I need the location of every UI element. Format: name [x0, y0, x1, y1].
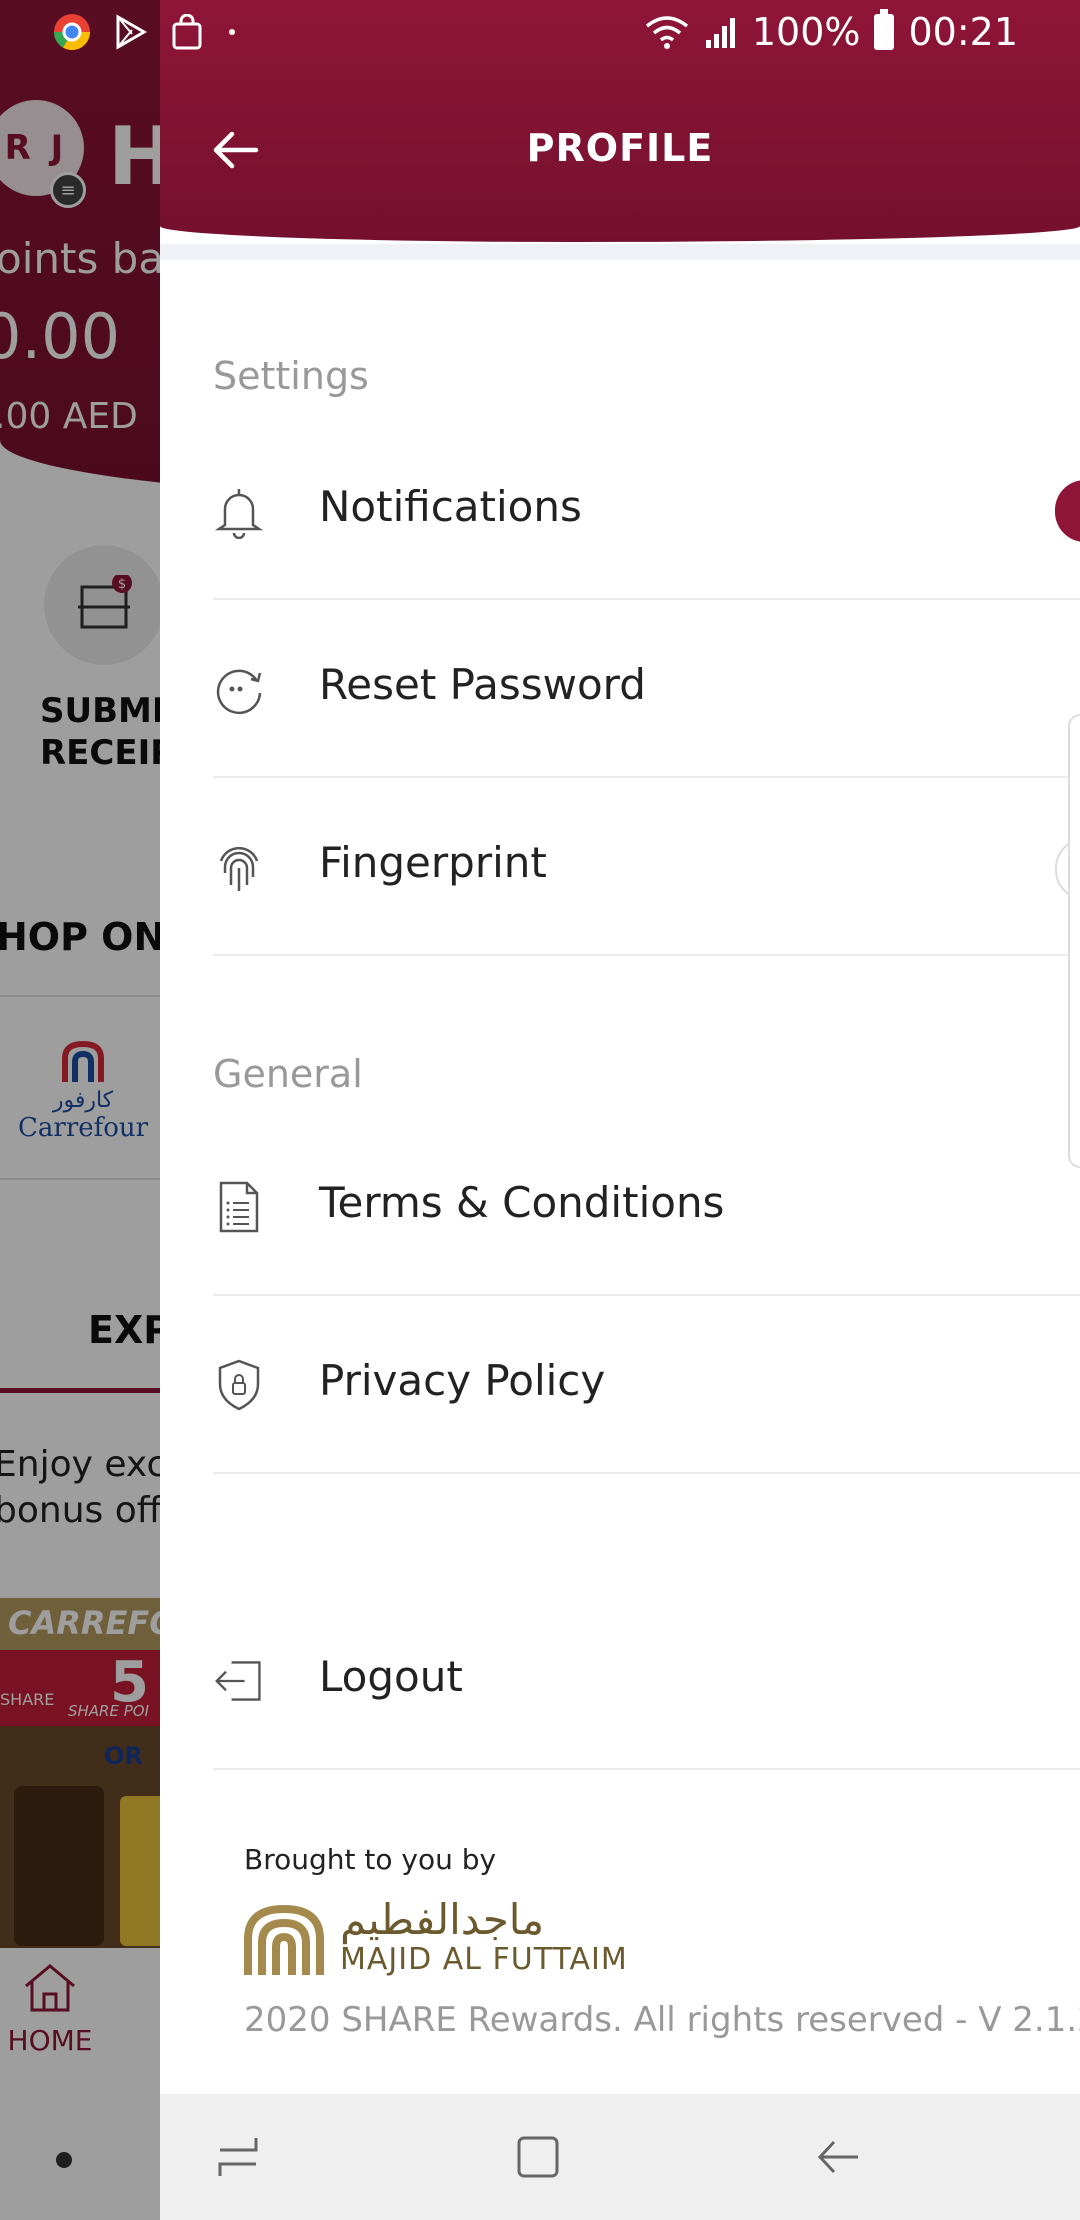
battery-icon: [874, 9, 895, 50]
page-title: PROFILE: [526, 126, 714, 170]
signal-icon: [705, 18, 735, 48]
notifications-row[interactable]: Notifications: [213, 422, 1080, 600]
reset-password-row[interactable]: Reset Password: [213, 600, 1080, 778]
status-bar: 100% 00:21: [0, 0, 1080, 66]
edge-panel-handle[interactable]: [1068, 714, 1080, 1168]
brand-english: MAJID AL FUTTAIM: [340, 1942, 628, 1977]
settings-section-label: Settings: [213, 354, 369, 398]
recent-apps-button[interactable]: [208, 2132, 268, 2182]
play-store-icon: [116, 14, 148, 50]
dot-icon: [229, 29, 235, 35]
majid-al-futtaim-logo: ماجدالفطيم MAJID AL FUTTAIM: [244, 1898, 628, 1977]
logout-row[interactable]: Logout: [213, 1592, 1080, 1770]
reset-password-label: Reset Password: [319, 660, 646, 709]
fingerprint-row[interactable]: Fingerprint: [213, 778, 1080, 956]
terms-label: Terms & Conditions: [319, 1178, 725, 1227]
back-nav-button[interactable]: [808, 2132, 868, 2182]
shopping-bag-icon: [172, 14, 202, 50]
privacy-label: Privacy Policy: [319, 1356, 606, 1405]
document-icon: [213, 1176, 265, 1238]
logout-label: Logout: [319, 1652, 463, 1701]
battery-percentage: 100%: [751, 10, 861, 54]
header-separator: [160, 244, 1080, 260]
brand-arabic: ماجدالفطيم: [340, 1895, 545, 1944]
home-square-icon: [517, 2136, 559, 2178]
system-nav-bar: [160, 2094, 1080, 2220]
home-button[interactable]: [508, 2132, 568, 2182]
fingerprint-label: Fingerprint: [319, 838, 547, 887]
fingerprint-icon: [213, 836, 265, 898]
shield-icon: [213, 1354, 265, 1416]
chrome-icon: [53, 14, 90, 51]
wifi-icon: [645, 16, 688, 49]
profile-drawer: PROFILE Settings Notifications Reset Pas…: [160, 0, 1080, 2220]
maf-arch-icon: [244, 1905, 324, 1975]
password-reset-icon: [213, 658, 265, 720]
general-section-label: General: [213, 1052, 363, 1096]
privacy-row[interactable]: Privacy Policy: [213, 1296, 1080, 1474]
copyright-text: 2020 SHARE Rewards. All rights reserved …: [244, 2000, 1080, 2040]
notifications-label: Notifications: [319, 482, 582, 531]
clock: 00:21: [908, 10, 1018, 54]
bell-icon: [213, 480, 265, 542]
brought-by-label: Brought to you by: [244, 1843, 497, 1876]
recent-apps-icon: [218, 2138, 258, 2176]
logout-icon: [213, 1650, 265, 1712]
back-icon: [817, 2140, 858, 2174]
terms-row[interactable]: Terms & Conditions: [213, 1118, 1080, 1296]
